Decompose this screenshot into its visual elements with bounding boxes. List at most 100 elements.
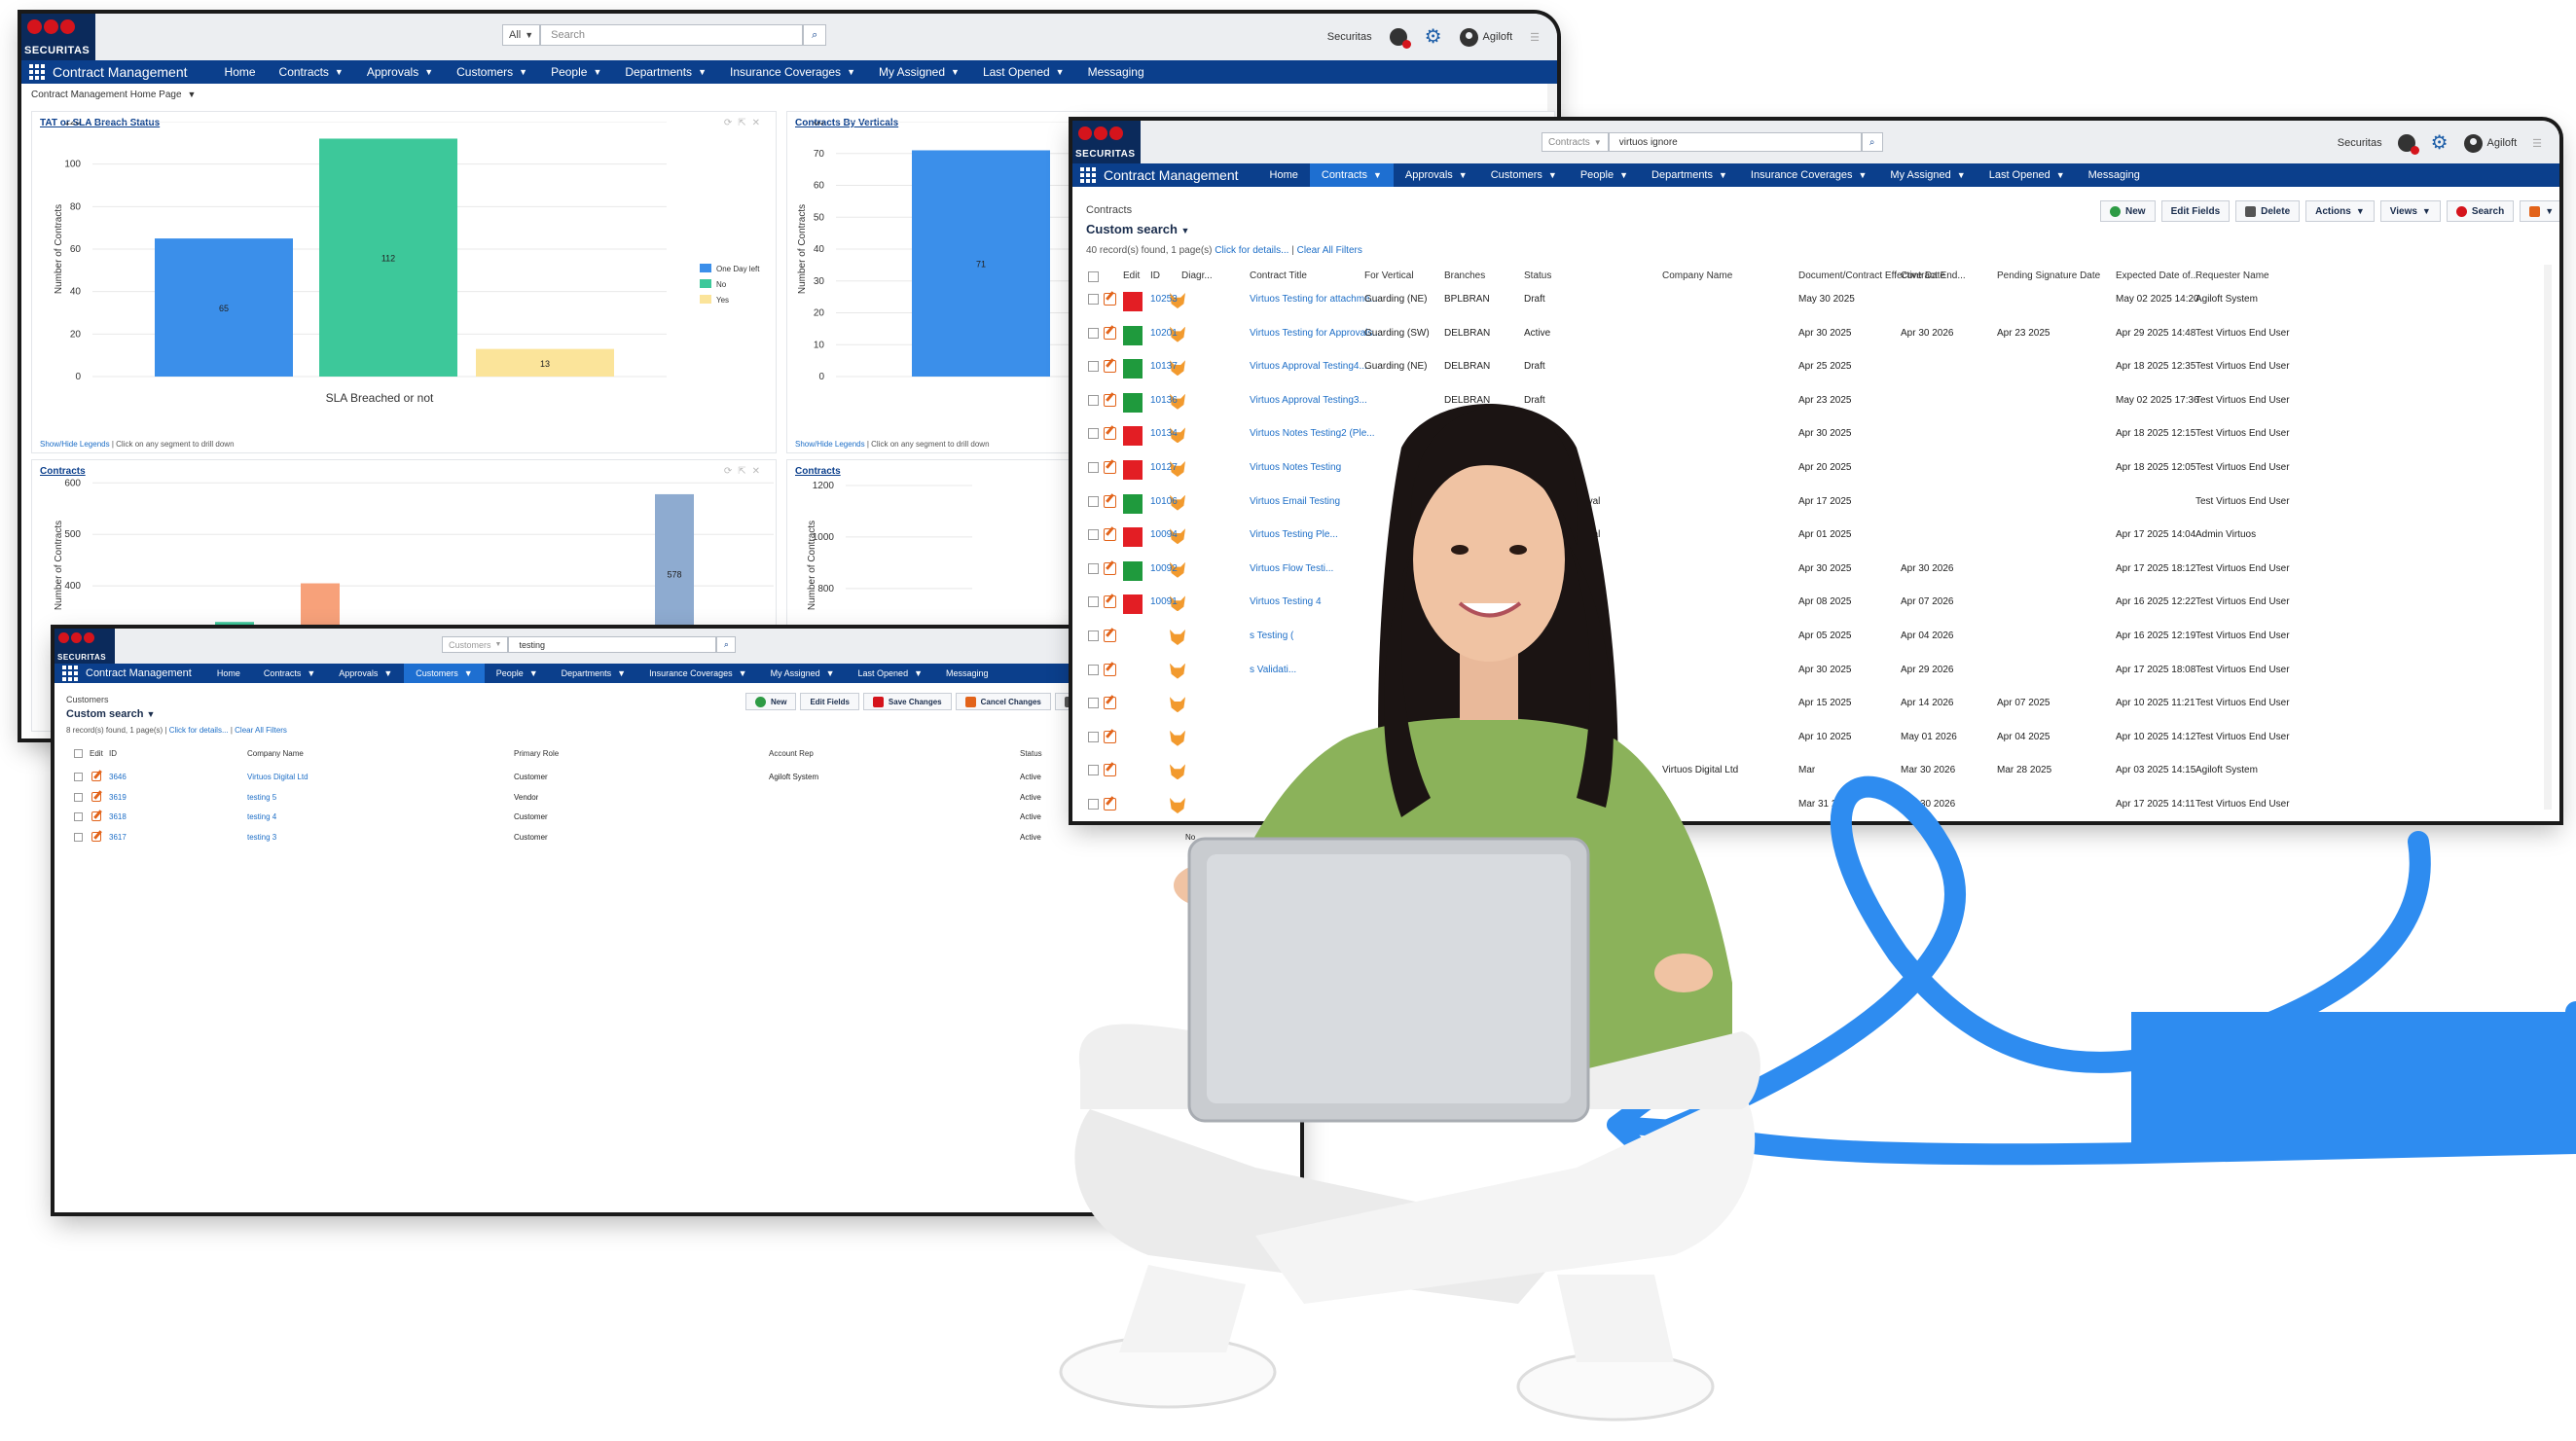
edit-icon[interactable]: [1104, 630, 1116, 642]
row-checkbox[interactable]: [1088, 799, 1099, 810]
diagram-icon[interactable]: [1170, 697, 1185, 713]
table-row[interactable]: 10136 Virtuos Approval Testing3... DELBRAN…: [1072, 389, 2559, 422]
cell-title[interactable]: s Validati...: [1250, 665, 1296, 675]
row-checkbox[interactable]: [74, 792, 83, 802]
cell-id[interactable]: 10127: [1150, 462, 1178, 473]
alerts-icon[interactable]: [1389, 28, 1411, 49]
cell-company[interactable]: testing 3: [247, 833, 276, 842]
search-scope-select[interactable]: Contracts ▼: [1542, 132, 1609, 152]
apps-grid-icon[interactable]: [1080, 167, 1096, 183]
table-row[interactable]: 10127 Virtuos Notes Testing Draft Apr 20 20…: [1072, 456, 2559, 489]
show-hide-legends-link[interactable]: Show/Hide Legends: [40, 440, 110, 449]
click-details-link[interactable]: Click for details...: [169, 726, 229, 735]
breadcrumb[interactable]: Contract Management Home Page ▼: [21, 84, 1557, 105]
nav-item-contracts[interactable]: Contracts ▼: [1309, 163, 1394, 187]
cell-id[interactable]: 10136: [1150, 395, 1178, 406]
user-name[interactable]: Agiloft: [1483, 31, 1513, 43]
gear-icon[interactable]: ⚙: [1425, 27, 1442, 47]
cell-id[interactable]: 10137: [1150, 361, 1178, 372]
delete-button[interactable]: Delete: [2235, 200, 2301, 222]
table-row[interactable]: 10094 Virtuos Testing Ple... Pending Appro…: [1072, 523, 2559, 557]
print-icon[interactable]: ▼: [2520, 200, 2559, 222]
nav-item-my-assigned[interactable]: My Assigned ▼: [759, 664, 847, 683]
user-name[interactable]: Agiloft: [2487, 137, 2518, 149]
nav-item-home[interactable]: Home: [205, 664, 252, 683]
column-header[interactable]: Requester Name: [2195, 270, 2269, 281]
nav-item-people[interactable]: People ▼: [539, 60, 613, 84]
table-row[interactable]: 10091 Virtuos Testing 4 Draft Apr 08 2025 Ap…: [1072, 591, 2559, 624]
table-row[interactable]: 10137 Virtuos Approval Testing4... Guardin…: [1072, 355, 2559, 388]
table-row[interactable]: s Testing (Draft Apr 05 2025 Apr 04 2026 Ap…: [1072, 625, 2559, 658]
click-details-link[interactable]: Click for details...: [1215, 245, 1288, 256]
cell-id[interactable]: 10094: [1150, 529, 1178, 540]
cell-company[interactable]: Virtuos Digital Ltd: [247, 773, 308, 781]
menu-icon[interactable]: ☰: [1530, 31, 1540, 44]
cell-company[interactable]: testing 5: [247, 793, 276, 802]
nav-item-customers[interactable]: Customers ▼: [404, 664, 485, 683]
column-header[interactable]: Contract Title: [1250, 270, 1307, 281]
column-header[interactable]: Account Rep: [769, 749, 814, 758]
nav-item-insurance-coverages[interactable]: Insurance Coverages ▼: [637, 664, 758, 683]
nav-item-insurance-coverages[interactable]: Insurance Coverages ▼: [718, 60, 867, 84]
row-checkbox[interactable]: [1088, 765, 1099, 776]
nav-item-home[interactable]: Home: [213, 60, 268, 84]
edit-icon[interactable]: [1104, 561, 1116, 575]
column-header[interactable]: Branches: [1444, 270, 1485, 281]
table-row[interactable]: 10106 Virtuos Email Testing Pending Approv…: [1072, 490, 2559, 523]
nav-item-approvals[interactable]: Approvals ▼: [1394, 163, 1479, 187]
table-row[interactable]: 10134 Virtuos Notes Testing2 (Ple... DABAD…: [1072, 422, 2559, 455]
cell-company[interactable]: testing 4: [247, 812, 276, 821]
search-scope-select[interactable]: All ▼: [502, 24, 541, 46]
verticals-chart[interactable]: 0 10 20 30 40 50 60 70 80 Number of Contracts 71: [787, 122, 1118, 443]
column-header[interactable]: Status: [1020, 749, 1042, 758]
cell-title[interactable]: Virtuos Testing 4: [1250, 596, 1322, 607]
edit-icon[interactable]: [1104, 393, 1116, 407]
cell-title[interactable]: Virtuos Approval Testing3...: [1250, 395, 1367, 406]
search-icon[interactable]: ⌕: [716, 636, 737, 653]
edit-icon[interactable]: [91, 772, 101, 781]
diagram-icon[interactable]: [1170, 630, 1185, 645]
column-header[interactable]: Company Name: [1662, 270, 1732, 281]
table-row[interactable]: s Validati... Draft Apr 30 2025 Apr 29 2026…: [1072, 659, 2559, 692]
legend-swatch[interactable]: [700, 295, 711, 304]
table-row[interactable]: 3617 testing 3 Customer Active No: [54, 829, 1300, 848]
row-checkbox[interactable]: [1088, 495, 1099, 507]
column-header[interactable]: Diagr...: [1181, 270, 1213, 281]
column-header[interactable]: Status: [1524, 270, 1551, 281]
clear-filters-link[interactable]: Clear All Filters: [1297, 245, 1362, 256]
legend-swatch[interactable]: [700, 264, 711, 272]
diagram-icon[interactable]: [1170, 730, 1185, 746]
column-header[interactable]: Contract End...: [1901, 270, 1966, 281]
row-checkbox[interactable]: [1088, 327, 1099, 339]
cell-title[interactable]: Virtuos Notes Testing: [1250, 462, 1341, 473]
row-checkbox[interactable]: [1088, 630, 1099, 641]
table-row[interactable]: Apr 10 2025 May 01 2026 Apr 04 2025 Apr 10 …: [1072, 726, 2559, 759]
nav-item-departments[interactable]: Departments ▼: [550, 664, 637, 683]
nav-item-my-assigned[interactable]: My Assigned ▼: [867, 60, 971, 84]
edit-icon[interactable]: [91, 791, 101, 802]
legend-swatch[interactable]: [700, 279, 711, 288]
nav-item-last-opened[interactable]: Last Opened ▼: [971, 60, 1076, 84]
edit-icon[interactable]: [1104, 360, 1116, 374]
row-checkbox[interactable]: [1088, 462, 1099, 473]
column-header[interactable]: For Vertical: [1364, 270, 1414, 281]
row-checkbox[interactable]: [1088, 562, 1099, 574]
column-header[interactable]: ID: [1150, 270, 1160, 281]
edit-icon[interactable]: [91, 831, 101, 842]
column-header[interactable]: Edit: [1123, 270, 1140, 281]
column-header[interactable]: Pending Signature Date: [1997, 270, 2100, 281]
nav-item-contracts[interactable]: Contracts ▼: [268, 60, 355, 84]
edit-icon[interactable]: [1104, 427, 1116, 441]
edit-icon[interactable]: [1104, 663, 1116, 676]
search-input[interactable]: virtuos ignore: [1608, 132, 1862, 152]
clear-filters-link[interactable]: Clear All Filters: [235, 726, 287, 735]
edit-icon[interactable]: [1104, 528, 1116, 542]
actions-button[interactable]: Actions▼: [2305, 200, 2375, 222]
search-scope-select[interactable]: Customers ▼: [442, 636, 509, 653]
search-button[interactable]: Search: [2446, 200, 2515, 222]
nav-item-home[interactable]: Home: [1258, 163, 1310, 187]
diagram-icon[interactable]: [1170, 764, 1185, 780]
search-input[interactable]: testing: [508, 636, 717, 653]
edit-icon[interactable]: [1104, 293, 1116, 306]
nav-item-my-assigned[interactable]: My Assigned ▼: [1878, 163, 1977, 187]
